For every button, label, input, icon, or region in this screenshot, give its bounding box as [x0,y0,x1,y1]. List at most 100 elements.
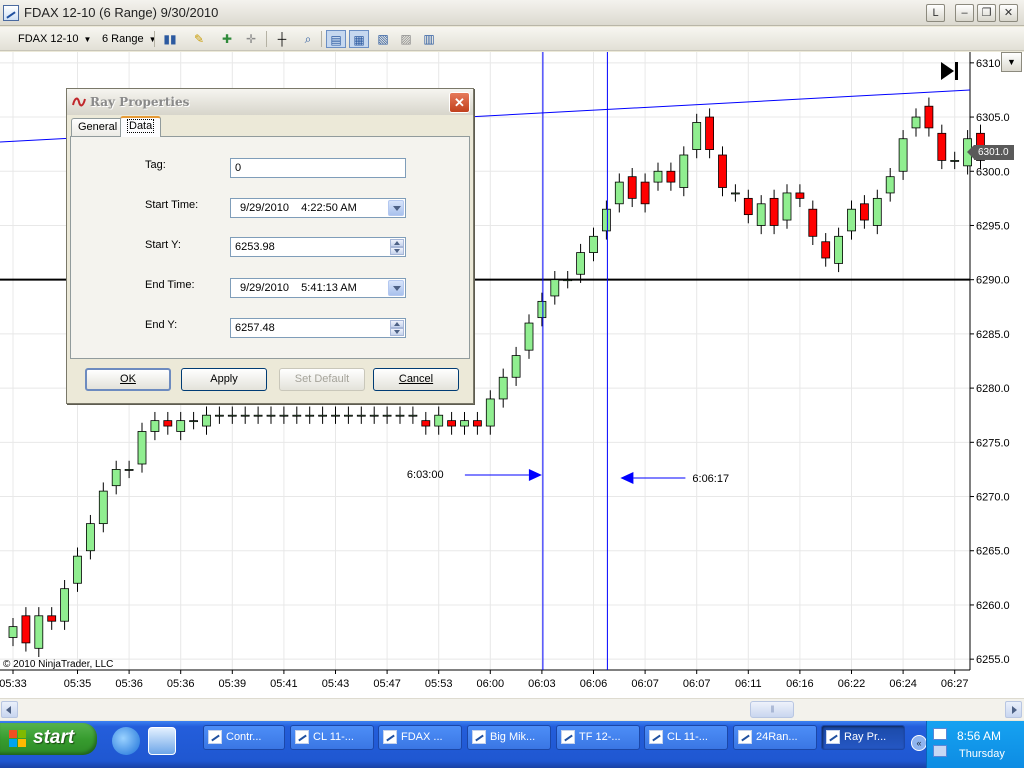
close-window-button[interactable]: ✕ [999,4,1018,22]
taskbar-item-chart-fdax[interactable]: FDAX ... [378,725,462,750]
taskbar-item-control-center[interactable]: Contr... [203,725,285,750]
candle-down [860,203,869,221]
candle-up [73,555,82,584]
chart-trader-icon[interactable]: ▤ [326,30,346,48]
candle-up [189,420,199,423]
dropdown-arrow-icon[interactable] [388,280,404,296]
spin-down-icon[interactable] [390,247,404,255]
end-y-stepper[interactable]: 6257.48 [230,318,406,338]
zoom-icon[interactable]: ⌕ [298,30,318,48]
folder-icon [738,730,752,744]
period-selector[interactable]: 6 Range ▼ [98,30,157,48]
end-time-label: End Time: [145,279,195,291]
x-axis-tick-label: 06:16 [786,678,814,690]
x-axis-tick-label: 05:36 [167,678,195,690]
chart-horizontal-scrollbar[interactable]: ||| [0,698,1024,720]
taskbar-item-chart-cl-2[interactable]: CL 11-... [644,725,728,750]
y-axis-tick-label: 6255.0 [976,654,1010,666]
x-axis-tick-label: 06:07 [631,678,659,690]
tag-input[interactable]: 0 [230,158,406,178]
cancel-button[interactable]: Cancel [373,368,459,391]
spin-buttons[interactable] [390,239,404,255]
candle-up [356,414,366,417]
strategies-icon[interactable]: ✛ [241,30,261,48]
tab-general-label: General [78,121,118,133]
bar-type-candlestick-icon[interactable]: ▮▮ [160,30,180,48]
end-time-value: 9/29/2010 5:41:13 AM [240,282,357,294]
candle-up [202,414,211,427]
maximize-button[interactable]: ❐ [977,4,996,22]
taskbar-clock[interactable]: 8:56 AM [957,729,1001,743]
dialog-title-bar[interactable]: Ray Properties ✕ [67,89,473,115]
minimize-button[interactable]: – [955,4,974,22]
ie-icon[interactable] [112,727,140,755]
taskbar-item-ray-properties[interactable]: Ray Pr... [821,725,905,750]
taskbar-item-chart-cl[interactable]: CL 11-... [290,725,374,750]
start-y-stepper[interactable]: 6253.98 [230,237,406,257]
candle-up [537,300,547,319]
scrollbar-thumb[interactable]: ||| [750,701,794,718]
taskbar-item-label: CL 11-... [313,731,354,743]
panel-layout-icon[interactable]: ▥ [419,30,439,48]
scroll-right-icon[interactable] [1005,701,1022,718]
data-box-icon[interactable]: ▦ [349,30,369,48]
end-time-picker[interactable]: 9/29/2010 5:41:13 AM [230,278,406,298]
ninjatrader-icon [826,730,840,744]
ninjatrader-chart-window: FDAX 12-10 (6 Range) 9/30/2010 L – ❐ ✕ F… [0,0,1024,768]
link-mode-button[interactable]: L [926,4,945,22]
indicators-icon[interactable]: ✚ [217,30,237,48]
candle-up [86,523,95,552]
chevron-down-icon: ▼ [83,35,92,44]
candle-up [369,414,379,417]
network-icon[interactable] [933,745,947,757]
period-value: 6 Range [102,33,144,45]
candle-up [782,192,792,221]
taskbar-item-folder[interactable]: 24Ran... [733,725,817,750]
candle-down [808,208,818,237]
show-hidden-icons-chevron-icon[interactable]: « [911,735,927,751]
scale-menu-button[interactable]: ▼ [1001,52,1022,72]
start-time-picker[interactable]: 9/29/2010 4:22:50 AM [230,198,406,218]
candle-up [253,414,263,417]
start-button[interactable]: start [0,723,97,755]
instrument-selector[interactable]: FDAX 12-10 ▼ [14,30,91,48]
taskbar-item-browser[interactable]: Big Mik... [467,725,551,750]
spin-up-icon[interactable] [390,320,404,328]
y-axis-tick-label: 6300.0 [976,166,1010,178]
tab-general[interactable]: General [71,118,125,136]
data-tab-panel: Tag: 0 Start Time: 9/29/2010 4:22:50 AM … [70,136,470,359]
crosshair-icon[interactable]: ┼ [272,30,292,48]
window-title-bar[interactable]: FDAX 12-10 (6 Range) 9/30/2010 L – ❐ ✕ [0,0,1024,26]
y-axis-tick-label: 6270.0 [976,492,1010,504]
candle-up [395,414,405,417]
set-default-button[interactable]: Set Default [279,368,365,391]
instrument-value: FDAX 12-10 [18,33,79,45]
candle-up [731,192,740,195]
dropdown-arrow-icon[interactable] [388,200,404,216]
dialog-close-button[interactable]: ✕ [449,92,470,113]
taskbar-day: Thursday [959,748,1005,760]
candle-up [98,490,108,525]
apply-button[interactable]: Apply [181,368,267,391]
spin-buttons[interactable] [390,320,404,336]
candle-up [408,414,418,417]
jump-to-end-icon[interactable] [938,60,962,82]
start-y-label: Start Y: [145,239,181,251]
vertical-line-label: 6:03:00 [407,469,444,481]
ninjatrader-icon [72,97,86,107]
show-desktop-icon[interactable] [148,727,176,755]
scroll-left-icon[interactable] [1,701,18,718]
taskbar-item-chart-tf[interactable]: TF 12-... [556,725,640,750]
tab-data[interactable]: Data [120,116,162,137]
spin-down-icon[interactable] [390,328,404,336]
x-axis-tick-label: 06:24 [889,678,917,690]
x-axis-tick-label: 06:11 [735,678,762,690]
spin-up-icon[interactable] [390,239,404,247]
ok-button[interactable]: OK [85,368,171,391]
speaker-icon[interactable] [933,728,947,740]
candle-down [821,241,831,259]
start-time-value: 9/29/2010 4:22:50 AM [240,202,357,214]
snapshot-icon[interactable]: ▨ [396,30,416,48]
drawing-pencil-icon[interactable]: ✎ [189,30,209,48]
chart-properties-icon[interactable]: ▧ [373,30,393,48]
